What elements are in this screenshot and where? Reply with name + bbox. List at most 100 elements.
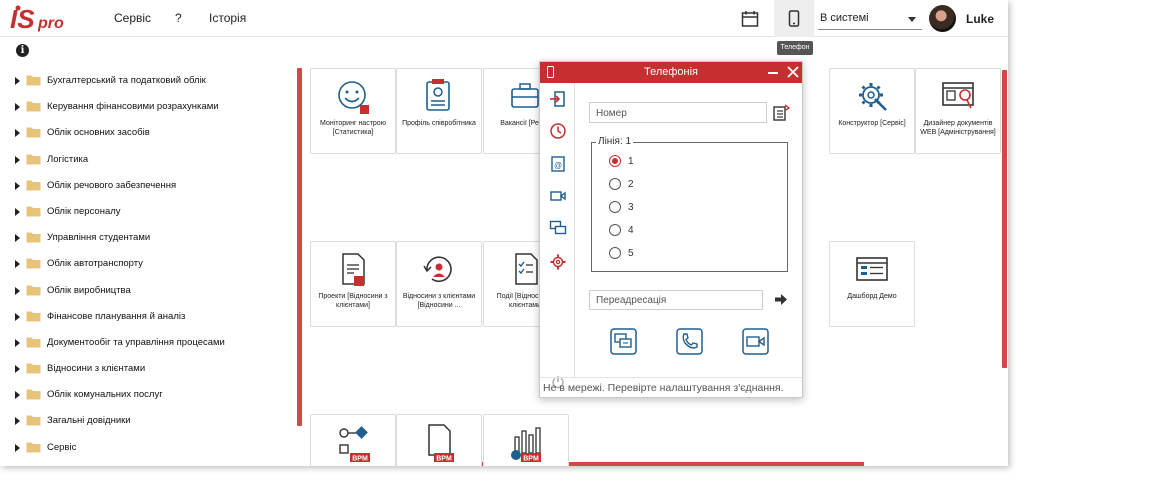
line-radio-option[interactable]: 2 xyxy=(609,176,634,192)
tree-item[interactable]: Облік виробництва xyxy=(0,278,296,304)
radio-button[interactable] xyxy=(609,201,621,213)
mobile-phone-icon xyxy=(788,10,800,27)
folder-icon xyxy=(26,101,41,112)
dialog-header[interactable]: Телефонія xyxy=(540,62,802,83)
expand-arrow-icon[interactable] xyxy=(15,155,20,164)
call-button[interactable] xyxy=(676,328,703,355)
radio-button[interactable] xyxy=(609,155,621,167)
tree-item[interactable]: Облік основних засобів xyxy=(0,120,296,146)
line-radio-option[interactable]: 4 xyxy=(609,222,634,238)
tree-item-label: Бухгалтерський та податковий облік xyxy=(47,75,206,86)
line-radio-option[interactable]: 5 xyxy=(609,245,634,261)
ispro-logo[interactable]: IS pro xyxy=(8,4,66,34)
expand-arrow-icon[interactable] xyxy=(15,103,20,112)
tree-item-label: Керування фінансовими розрахунками xyxy=(47,101,219,113)
tree-item[interactable]: Облік персоналу xyxy=(0,199,296,225)
expand-arrow-icon[interactable] xyxy=(15,181,20,190)
tree-item[interactable]: Логістика xyxy=(0,147,296,173)
expand-arrow-icon[interactable] xyxy=(15,129,20,138)
chat-icon[interactable] xyxy=(549,219,567,237)
menu-help[interactable]: ? xyxy=(175,11,182,25)
expand-arrow-icon[interactable] xyxy=(15,365,20,374)
scroll-indicator-right[interactable] xyxy=(1002,70,1007,368)
arrow-right-icon[interactable] xyxy=(775,294,787,305)
login-icon[interactable] xyxy=(549,90,567,108)
folder-icon xyxy=(26,442,41,453)
tree-item[interactable]: Відносини з клієнтами xyxy=(0,356,296,382)
tile-employee-profile[interactable]: Профіль співробітника xyxy=(396,68,482,154)
document-designer-icon xyxy=(942,82,974,109)
expand-arrow-icon[interactable] xyxy=(15,77,20,85)
info-icon[interactable]: i xyxy=(16,44,29,57)
radio-button[interactable] xyxy=(609,247,621,259)
tile-customer-relations[interactable]: Відносини з клієнтами [Відносини ... xyxy=(396,241,482,327)
calendar-icon[interactable] xyxy=(740,9,760,29)
tree-item[interactable]: Фінансове планування й аналіз xyxy=(0,304,296,330)
presence-status-select[interactable]: В системі xyxy=(818,9,922,30)
expand-arrow-icon[interactable] xyxy=(15,286,20,295)
phone-number-input[interactable]: Номер xyxy=(589,102,767,123)
radio-button[interactable] xyxy=(609,224,621,236)
settings-gear-icon[interactable] xyxy=(549,253,567,271)
expand-arrow-icon[interactable] xyxy=(15,443,20,452)
tile-bpm-analytics[interactable]: BPM xyxy=(483,414,569,466)
tile-bpm-process[interactable]: BPM xyxy=(310,414,396,466)
folder-icon xyxy=(26,206,41,217)
address-book-icon[interactable] xyxy=(772,104,790,122)
close-icon[interactable] xyxy=(786,65,800,79)
tree-item[interactable]: Загальні довідники xyxy=(0,408,296,434)
phone-button[interactable] xyxy=(774,0,814,37)
tree-item[interactable]: Сервіс xyxy=(0,435,296,461)
tree-item[interactable]: Документообіг та управління процесами xyxy=(0,330,296,356)
tile-mood-monitoring[interactable]: Моніторинг настрою [Статистика] xyxy=(310,68,396,154)
expand-arrow-icon[interactable] xyxy=(15,312,20,321)
menu-service[interactable]: Сервіс xyxy=(114,11,151,25)
tile-projects[interactable]: Проекти [Відносини з клієнтами] xyxy=(310,241,396,327)
expand-arrow-icon[interactable] xyxy=(15,338,20,347)
expand-arrow-icon[interactable] xyxy=(15,207,20,216)
tile-dashboard-demo[interactable]: Дашборд Демо xyxy=(829,241,915,327)
id-card-icon xyxy=(426,79,450,111)
tree-item[interactable]: Бухгалтерський та податковий облік xyxy=(0,68,296,94)
video-call-button[interactable] xyxy=(742,328,769,355)
bpm-badge: BPM xyxy=(352,456,368,463)
minimize-button[interactable] xyxy=(768,72,778,74)
avatar[interactable] xyxy=(929,5,956,32)
history-clock-icon[interactable] xyxy=(549,122,567,140)
tile-constructor[interactable]: Конструктор [Сервіс] xyxy=(829,68,915,154)
module-tree: Бухгалтерський та податковий облік Керува… xyxy=(0,68,296,461)
chat-button[interactable] xyxy=(610,328,637,355)
radio-button[interactable] xyxy=(609,178,621,190)
tree-item[interactable]: Облік автотранспорту xyxy=(0,251,296,277)
call-forward-input[interactable]: Переадресація xyxy=(589,290,763,310)
expand-arrow-icon[interactable] xyxy=(15,417,20,426)
expand-arrow-icon[interactable] xyxy=(15,391,20,400)
tree-item[interactable]: Облік комунальних послуг xyxy=(0,382,296,408)
tile-document-designer[interactable]: Дизайнер документів WEB [Адміністрування… xyxy=(915,68,1001,154)
tree-item-label: Облік основних засобів xyxy=(47,127,150,139)
line-radio-option[interactable]: 1 xyxy=(609,153,634,169)
tree-item[interactable]: Управління студентами xyxy=(0,225,296,251)
tile-label: Конструктор [Сервіс] xyxy=(838,120,906,127)
tile-label: Дашборд Демо xyxy=(847,293,897,300)
tile-bpm-document[interactable]: BPM xyxy=(396,414,482,466)
folder-icon xyxy=(26,75,41,86)
top-bar: IS pro Сервіс ? Історія В системі Luke xyxy=(0,0,1008,37)
video-icon[interactable] xyxy=(549,187,567,205)
tree-item[interactable]: Керування фінансовими розрахунками xyxy=(0,94,296,120)
menu-history[interactable]: Історія xyxy=(209,11,246,25)
bpm-badge: BPM xyxy=(436,456,452,463)
bpm-chart-icon: BPM xyxy=(511,427,541,463)
tree-item-label: Облік автотранспорту xyxy=(47,258,143,270)
line-number-label: 5 xyxy=(628,247,634,259)
expand-arrow-icon[interactable] xyxy=(15,234,20,243)
tree-item[interactable]: Облік речового забезпечення xyxy=(0,173,296,199)
line-number-label: 4 xyxy=(628,224,634,236)
line-radio-option[interactable]: 3 xyxy=(609,199,634,215)
svg-text:@: @ xyxy=(554,161,562,170)
expand-arrow-icon[interactable] xyxy=(15,260,20,269)
line-number-label: 1 xyxy=(628,155,634,167)
contacts-book-icon[interactable]: @ xyxy=(549,155,567,173)
connection-status-text: Не в мережі. Перевірте налаштування з'єд… xyxy=(540,377,802,397)
user-name[interactable]: Luke xyxy=(966,12,994,26)
